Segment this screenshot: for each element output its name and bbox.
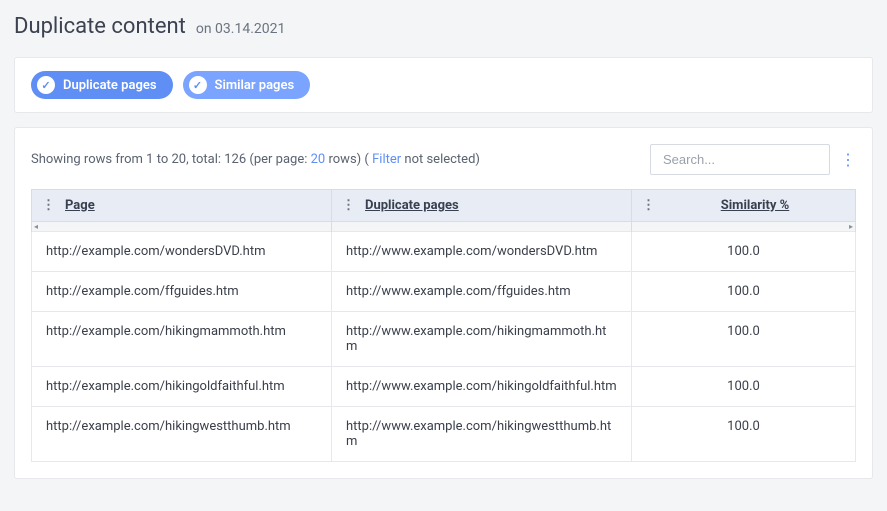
filter-pill-card: ✓ Duplicate pages ✓ Similar pages bbox=[14, 57, 873, 113]
table-menu-icon[interactable]: ⋮ bbox=[840, 150, 856, 169]
page-date: on 03.14.2021 bbox=[196, 21, 286, 37]
table-toolbar: Showing rows from 1 to 20, total: 126 (p… bbox=[31, 144, 856, 175]
pill-label: Similar pages bbox=[215, 78, 295, 93]
check-icon: ✓ bbox=[189, 76, 207, 94]
table-card: Showing rows from 1 to 20, total: 126 (p… bbox=[14, 127, 873, 479]
pill-duplicate-pages[interactable]: ✓ Duplicate pages bbox=[31, 71, 173, 99]
page-header: Duplicate content on 03.14.2021 bbox=[14, 14, 873, 39]
th-similarity[interactable]: ⋮ Similarity % bbox=[632, 190, 856, 222]
cell-similarity: 100.0 bbox=[632, 312, 856, 367]
cell-page: http://example.com/hikingoldfaithful.htm bbox=[32, 367, 332, 407]
check-icon: ✓ bbox=[37, 76, 55, 94]
column-menu-icon[interactable]: ⋮ bbox=[42, 198, 55, 213]
cell-duplicate: http://www.example.com/hikingmammoth.htm bbox=[332, 312, 632, 367]
cell-page: http://example.com/hikingwestthumb.htm bbox=[32, 407, 332, 462]
cell-duplicate: http://www.example.com/hikingoldfaithful… bbox=[332, 367, 632, 407]
duplicate-table: ⋮ Page ⋮ Duplicate pages ⋮ Similar bbox=[31, 189, 856, 462]
cell-similarity: 100.0 bbox=[632, 272, 856, 312]
page-title: Duplicate content bbox=[14, 14, 186, 39]
pill-label: Duplicate pages bbox=[63, 78, 157, 93]
table-row: http://example.com/ffguides.htmhttp://ww… bbox=[32, 272, 856, 312]
search-input[interactable] bbox=[650, 144, 830, 175]
th-label[interactable]: Page bbox=[65, 198, 95, 213]
th-label[interactable]: Duplicate pages bbox=[365, 198, 459, 213]
cell-page: http://example.com/wondersDVD.htm bbox=[32, 232, 332, 272]
table-row: http://example.com/hikingoldfaithful.htm… bbox=[32, 367, 856, 407]
table-row: http://example.com/wondersDVD.htmhttp://… bbox=[32, 232, 856, 272]
cell-page: http://example.com/hikingmammoth.htm bbox=[32, 312, 332, 367]
pill-similar-pages[interactable]: ✓ Similar pages bbox=[183, 71, 311, 99]
table-row: http://example.com/hikingmammoth.htmhttp… bbox=[32, 312, 856, 367]
cell-similarity: 100.0 bbox=[632, 232, 856, 272]
cell-page: http://example.com/ffguides.htm bbox=[32, 272, 332, 312]
column-menu-icon[interactable]: ⋮ bbox=[342, 198, 355, 213]
cell-similarity: 100.0 bbox=[632, 367, 856, 407]
horizontal-scroll-indicator[interactable]: ◂ ▸ bbox=[32, 222, 856, 232]
rows-info: Showing rows from 1 to 20, total: 126 (p… bbox=[31, 152, 480, 167]
column-menu-icon[interactable]: ⋮ bbox=[642, 198, 655, 213]
cell-duplicate: http://www.example.com/hikingwestthumb.h… bbox=[332, 407, 632, 462]
table-row: http://example.com/hikingwestthumb.htmht… bbox=[32, 407, 856, 462]
cell-duplicate: http://www.example.com/wondersDVD.htm bbox=[332, 232, 632, 272]
per-page-link[interactable]: 20 bbox=[311, 152, 326, 167]
filter-link[interactable]: Filter bbox=[372, 152, 401, 167]
th-duplicate[interactable]: ⋮ Duplicate pages bbox=[332, 190, 632, 222]
th-page[interactable]: ⋮ Page bbox=[32, 190, 332, 222]
th-label[interactable]: Similarity % bbox=[721, 198, 790, 213]
cell-duplicate: http://www.example.com/ffguides.htm bbox=[332, 272, 632, 312]
cell-similarity: 100.0 bbox=[632, 407, 856, 462]
